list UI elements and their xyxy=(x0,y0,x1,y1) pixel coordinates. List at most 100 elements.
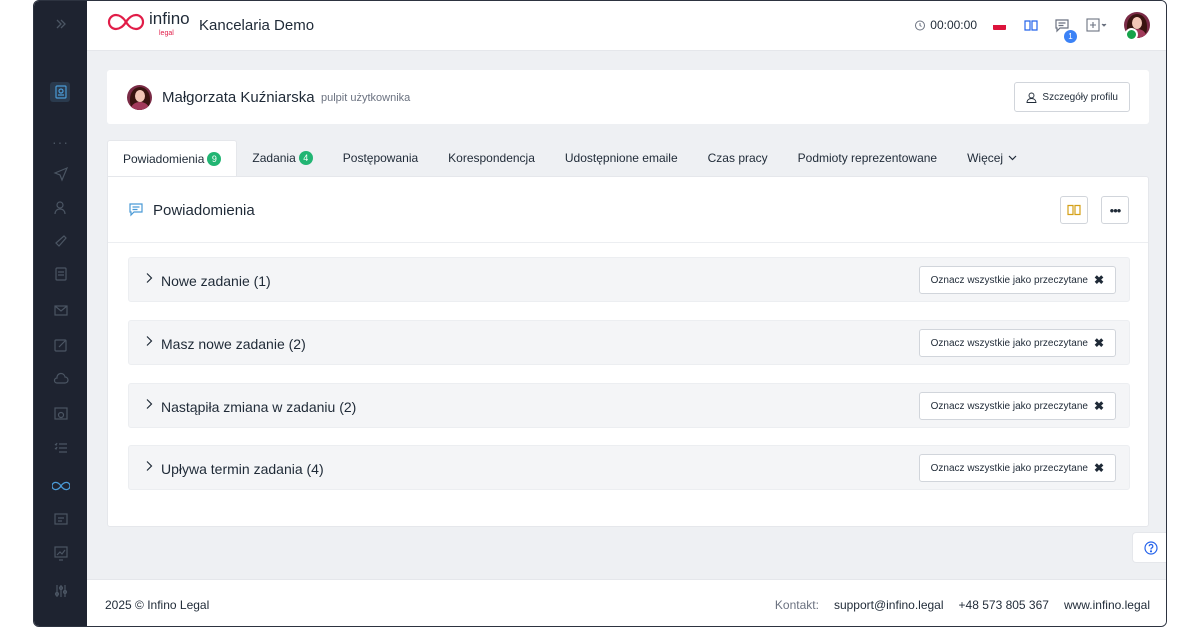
mark-all-read-button[interactable]: Oznacz wszystkie jako przeczytane ✖ xyxy=(918,266,1116,294)
tab-proceedings[interactable]: Postępowania xyxy=(328,140,433,176)
logo[interactable]: infino legal xyxy=(107,9,190,37)
infinity-logo-icon xyxy=(107,13,145,31)
tab-label: Podmioty reprezentowane xyxy=(797,151,938,165)
sidebar-expand-icon[interactable] xyxy=(34,9,87,39)
panel-title: Powiadomienia xyxy=(153,202,255,219)
tab-work-time[interactable]: Czas pracy xyxy=(693,140,783,176)
profile-details-label: Szczegóły profilu xyxy=(1042,91,1118,103)
sidebar-item-mail[interactable] xyxy=(34,295,87,325)
more-options-button[interactable]: ••• xyxy=(1101,196,1129,224)
sidebar-item-sent[interactable] xyxy=(34,159,87,189)
chevron-right-icon xyxy=(146,461,153,471)
stopwatch-icon xyxy=(915,20,926,31)
tab-bar: Powiadomienia 9 Zadania 4 Postępowania K… xyxy=(107,140,1032,176)
messages-badge: 1 xyxy=(1064,29,1077,43)
chat-bubble-icon xyxy=(129,203,143,217)
tab-label: Udostępnione emaile xyxy=(564,151,678,165)
contact-info: Kontakt: support@infino.legal +48 573 80… xyxy=(775,598,1150,612)
tab-label: Zadania xyxy=(252,151,296,165)
book-icon xyxy=(1067,204,1081,216)
notification-group[interactable]: Upływa termin zadania (4) Oznacz wszystk… xyxy=(128,445,1130,490)
notification-group-label: Nastąpiła zmiana w zadaniu (2) xyxy=(161,399,357,415)
sidebar-item-folder[interactable] xyxy=(34,504,87,534)
app-title: Kancelaria Demo xyxy=(199,17,315,34)
topbar: infino legal Kancelaria Demo 00:00:00 1 xyxy=(87,1,1166,51)
website-link[interactable]: www.infino.legal xyxy=(1064,598,1150,612)
sidebar-item-infinity[interactable] xyxy=(34,471,87,501)
add-menu-icon[interactable] xyxy=(1086,18,1108,32)
tab-label: Korespondencja xyxy=(448,151,535,165)
book-icon[interactable] xyxy=(1024,19,1038,32)
notification-group-label: Upływa termin zadania (4) xyxy=(161,461,324,477)
sidebar-item-calendar[interactable] xyxy=(34,398,87,428)
logo-subtext: legal xyxy=(159,30,174,37)
tab-label: Czas pracy xyxy=(707,151,768,165)
copyright: 2025 © Infino Legal xyxy=(105,598,210,612)
sidebar-item-dashboard[interactable] xyxy=(34,77,87,107)
help-button[interactable] xyxy=(1132,532,1166,563)
chevron-down-icon xyxy=(1008,155,1017,161)
sidebar: ··· xyxy=(34,1,87,626)
close-icon: ✖ xyxy=(1093,399,1104,413)
tab-more[interactable]: Więcej xyxy=(952,140,1032,176)
user-icon xyxy=(1026,92,1037,103)
tab-label: Powiadomienia xyxy=(123,151,205,166)
mark-all-read-button[interactable]: Oznacz wszystkie jako przeczytane ✖ xyxy=(918,329,1116,357)
tab-notifications[interactable]: Powiadomienia 9 xyxy=(107,140,238,176)
sidebar-item-documents[interactable] xyxy=(34,259,87,289)
user-card: Małgorzata Kuźniarska pulpit użytkownika… xyxy=(107,70,1149,124)
chevron-right-icon xyxy=(146,336,153,346)
sidebar-item-edit[interactable] xyxy=(34,330,87,360)
contact-phone-link[interactable]: +48 573 805 367 xyxy=(959,598,1049,612)
sidebar-more-dots: ··· xyxy=(52,134,69,150)
polish-flag-icon[interactable] xyxy=(993,20,1006,30)
sidebar-item-cloud[interactable] xyxy=(34,364,87,394)
timer[interactable]: 00:00:00 xyxy=(914,18,977,32)
user-name: Małgorzata Kuźniarska xyxy=(162,89,315,106)
tab-correspondence[interactable]: Korespondencja xyxy=(433,140,550,176)
sidebar-item-users[interactable] xyxy=(34,193,87,223)
chevron-right-icon xyxy=(146,273,153,283)
notifications-panel: Powiadomienia ••• Nowe zadanie (1) Oznac… xyxy=(107,176,1149,527)
mark-all-read-label: Oznacz wszystkie jako przeczytane xyxy=(930,462,1088,474)
tab-label: Postępowania xyxy=(342,151,419,165)
notification-group[interactable]: Nowe zadanie (1) Oznacz wszystkie jako p… xyxy=(128,257,1130,302)
close-icon: ✖ xyxy=(1093,273,1104,287)
footer: 2025 © Infino Legal Kontakt: support@inf… xyxy=(87,579,1166,626)
logo-text: infino xyxy=(149,9,190,28)
user-subtitle: pulpit użytkownika xyxy=(321,92,411,104)
notification-group-label: Nowe zadanie (1) xyxy=(161,273,271,289)
sidebar-item-settings[interactable] xyxy=(34,576,87,606)
mark-all-read-label: Oznacz wszystkie jako przeczytane xyxy=(930,337,1088,349)
tab-label: Więcej xyxy=(967,151,1004,165)
sidebar-item-chart[interactable] xyxy=(34,538,87,568)
question-icon xyxy=(1143,540,1158,555)
messages-icon[interactable]: 1 xyxy=(1054,18,1077,43)
notification-group[interactable]: Masz nowe zadanie (2) Oznacz wszystkie j… xyxy=(128,320,1130,365)
tab-tasks[interactable]: Zadania 4 xyxy=(237,140,327,176)
mark-all-read-button[interactable]: Oznacz wszystkie jako przeczytane ✖ xyxy=(918,454,1116,482)
mark-all-read-label: Oznacz wszystkie jako przeczytane xyxy=(930,274,1088,286)
contact-email-link[interactable]: support@infino.legal xyxy=(834,598,944,612)
app-window: ··· infino legal Kancelaria Demo 00:00:0… xyxy=(33,0,1167,627)
sidebar-item-checklist[interactable] xyxy=(34,433,87,463)
sidebar-item-announcements[interactable] xyxy=(34,226,87,256)
user-card-avatar xyxy=(127,85,152,110)
close-icon: ✖ xyxy=(1093,336,1104,350)
notification-group-label: Masz nowe zadanie (2) xyxy=(161,336,306,352)
online-status-icon xyxy=(1125,28,1138,41)
mark-all-read-button[interactable]: Oznacz wszystkie jako przeczytane ✖ xyxy=(918,392,1116,420)
chevron-right-icon xyxy=(146,399,153,409)
timer-value: 00:00:00 xyxy=(930,18,977,32)
tab-shared-emails[interactable]: Udostępnione emaile xyxy=(550,140,693,176)
tab-count-badge: 4 xyxy=(298,151,313,165)
guide-button[interactable] xyxy=(1060,196,1088,224)
panel-header: Powiadomienia ••• xyxy=(108,177,1148,243)
contact-label: Kontakt: xyxy=(774,598,819,612)
notification-group[interactable]: Nastąpiła zmiana w zadaniu (2) Oznacz ws… xyxy=(128,383,1130,428)
mark-all-read-label: Oznacz wszystkie jako przeczytane xyxy=(930,400,1088,412)
tab-count-badge: 9 xyxy=(207,151,222,166)
close-icon: ✖ xyxy=(1093,461,1104,475)
profile-details-button[interactable]: Szczegóły profilu xyxy=(1014,82,1130,112)
tab-represented-entities[interactable]: Podmioty reprezentowane xyxy=(783,140,952,176)
